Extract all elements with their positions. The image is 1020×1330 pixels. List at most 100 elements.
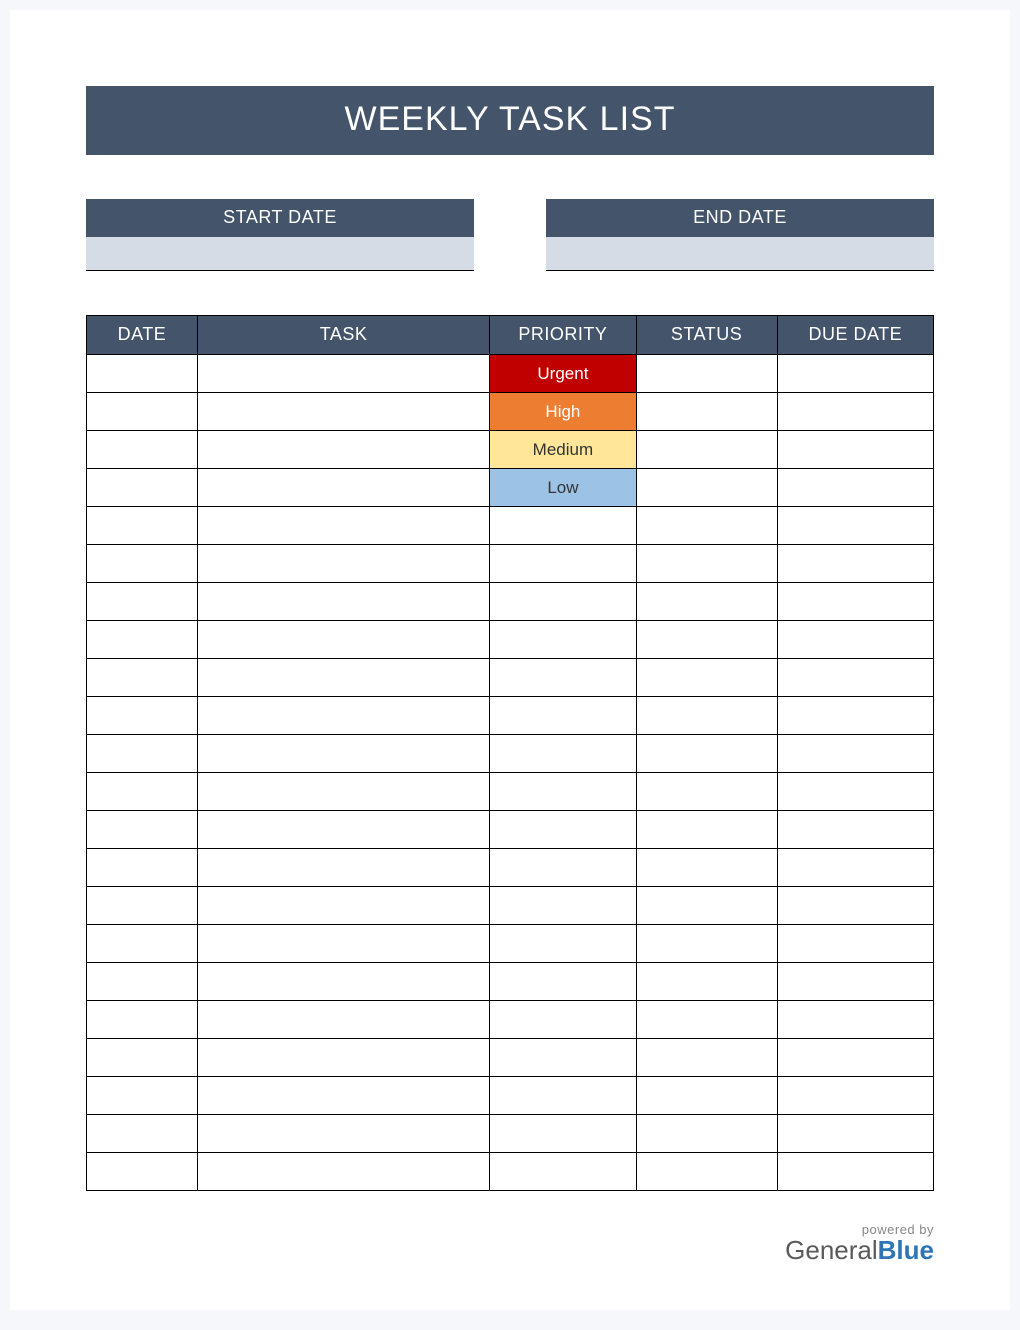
cell-task[interactable] bbox=[197, 621, 489, 659]
cell-status[interactable] bbox=[636, 1077, 777, 1115]
cell-task[interactable] bbox=[197, 1115, 489, 1153]
cell-date[interactable] bbox=[87, 887, 198, 925]
cell-due[interactable] bbox=[777, 431, 933, 469]
cell-status[interactable] bbox=[636, 583, 777, 621]
cell-status[interactable] bbox=[636, 735, 777, 773]
cell-task[interactable] bbox=[197, 1039, 489, 1077]
cell-date[interactable] bbox=[87, 393, 198, 431]
cell-priority[interactable] bbox=[490, 507, 636, 545]
cell-task[interactable] bbox=[197, 469, 489, 507]
cell-date[interactable] bbox=[87, 1001, 198, 1039]
cell-priority[interactable] bbox=[490, 545, 636, 583]
cell-date[interactable] bbox=[87, 659, 198, 697]
cell-task[interactable] bbox=[197, 1153, 489, 1191]
cell-task[interactable] bbox=[197, 811, 489, 849]
cell-date[interactable] bbox=[87, 1115, 198, 1153]
cell-task[interactable] bbox=[197, 697, 489, 735]
cell-status[interactable] bbox=[636, 355, 777, 393]
cell-task[interactable] bbox=[197, 545, 489, 583]
cell-status[interactable] bbox=[636, 1115, 777, 1153]
cell-task[interactable] bbox=[197, 925, 489, 963]
cell-task[interactable] bbox=[197, 583, 489, 621]
cell-date[interactable] bbox=[87, 545, 198, 583]
cell-date[interactable] bbox=[87, 431, 198, 469]
start-date-input[interactable] bbox=[86, 237, 474, 271]
cell-task[interactable] bbox=[197, 887, 489, 925]
cell-task[interactable] bbox=[197, 659, 489, 697]
cell-priority[interactable]: High bbox=[490, 393, 636, 431]
cell-task[interactable] bbox=[197, 735, 489, 773]
cell-status[interactable] bbox=[636, 545, 777, 583]
cell-status[interactable] bbox=[636, 659, 777, 697]
cell-due[interactable] bbox=[777, 583, 933, 621]
cell-date[interactable] bbox=[87, 1077, 198, 1115]
cell-priority[interactable] bbox=[490, 697, 636, 735]
cell-task[interactable] bbox=[197, 507, 489, 545]
cell-due[interactable] bbox=[777, 887, 933, 925]
cell-task[interactable] bbox=[197, 1077, 489, 1115]
cell-status[interactable] bbox=[636, 1001, 777, 1039]
cell-due[interactable] bbox=[777, 773, 933, 811]
cell-priority[interactable] bbox=[490, 735, 636, 773]
cell-due[interactable] bbox=[777, 1077, 933, 1115]
cell-priority[interactable]: Urgent bbox=[490, 355, 636, 393]
cell-status[interactable] bbox=[636, 1039, 777, 1077]
cell-priority[interactable]: Medium bbox=[490, 431, 636, 469]
cell-due[interactable] bbox=[777, 1153, 933, 1191]
cell-task[interactable] bbox=[197, 431, 489, 469]
end-date-input[interactable] bbox=[546, 237, 934, 271]
cell-date[interactable] bbox=[87, 773, 198, 811]
cell-date[interactable] bbox=[87, 697, 198, 735]
cell-priority[interactable] bbox=[490, 773, 636, 811]
cell-priority[interactable] bbox=[490, 1153, 636, 1191]
cell-date[interactable] bbox=[87, 811, 198, 849]
cell-due[interactable] bbox=[777, 1039, 933, 1077]
cell-status[interactable] bbox=[636, 393, 777, 431]
cell-priority[interactable] bbox=[490, 1039, 636, 1077]
cell-date[interactable] bbox=[87, 621, 198, 659]
cell-task[interactable] bbox=[197, 393, 489, 431]
cell-date[interactable] bbox=[87, 849, 198, 887]
cell-priority[interactable] bbox=[490, 1115, 636, 1153]
cell-priority[interactable] bbox=[490, 583, 636, 621]
cell-status[interactable] bbox=[636, 963, 777, 1001]
cell-due[interactable] bbox=[777, 393, 933, 431]
cell-due[interactable] bbox=[777, 963, 933, 1001]
cell-date[interactable] bbox=[87, 1039, 198, 1077]
cell-due[interactable] bbox=[777, 697, 933, 735]
cell-priority[interactable] bbox=[490, 925, 636, 963]
cell-due[interactable] bbox=[777, 811, 933, 849]
cell-due[interactable] bbox=[777, 507, 933, 545]
cell-status[interactable] bbox=[636, 431, 777, 469]
cell-priority[interactable] bbox=[490, 963, 636, 1001]
cell-priority[interactable]: Low bbox=[490, 469, 636, 507]
cell-date[interactable] bbox=[87, 355, 198, 393]
cell-date[interactable] bbox=[87, 925, 198, 963]
cell-task[interactable] bbox=[197, 1001, 489, 1039]
cell-priority[interactable] bbox=[490, 659, 636, 697]
cell-due[interactable] bbox=[777, 621, 933, 659]
cell-priority[interactable] bbox=[490, 1077, 636, 1115]
cell-due[interactable] bbox=[777, 469, 933, 507]
cell-status[interactable] bbox=[636, 697, 777, 735]
cell-date[interactable] bbox=[87, 583, 198, 621]
cell-priority[interactable] bbox=[490, 811, 636, 849]
cell-status[interactable] bbox=[636, 507, 777, 545]
cell-date[interactable] bbox=[87, 469, 198, 507]
cell-status[interactable] bbox=[636, 621, 777, 659]
cell-date[interactable] bbox=[87, 735, 198, 773]
cell-date[interactable] bbox=[87, 963, 198, 1001]
cell-status[interactable] bbox=[636, 469, 777, 507]
cell-date[interactable] bbox=[87, 507, 198, 545]
cell-status[interactable] bbox=[636, 925, 777, 963]
cell-due[interactable] bbox=[777, 1115, 933, 1153]
cell-status[interactable] bbox=[636, 1153, 777, 1191]
cell-task[interactable] bbox=[197, 355, 489, 393]
cell-priority[interactable] bbox=[490, 887, 636, 925]
cell-due[interactable] bbox=[777, 849, 933, 887]
cell-due[interactable] bbox=[777, 659, 933, 697]
cell-priority[interactable] bbox=[490, 1001, 636, 1039]
cell-status[interactable] bbox=[636, 887, 777, 925]
cell-task[interactable] bbox=[197, 773, 489, 811]
cell-priority[interactable] bbox=[490, 621, 636, 659]
